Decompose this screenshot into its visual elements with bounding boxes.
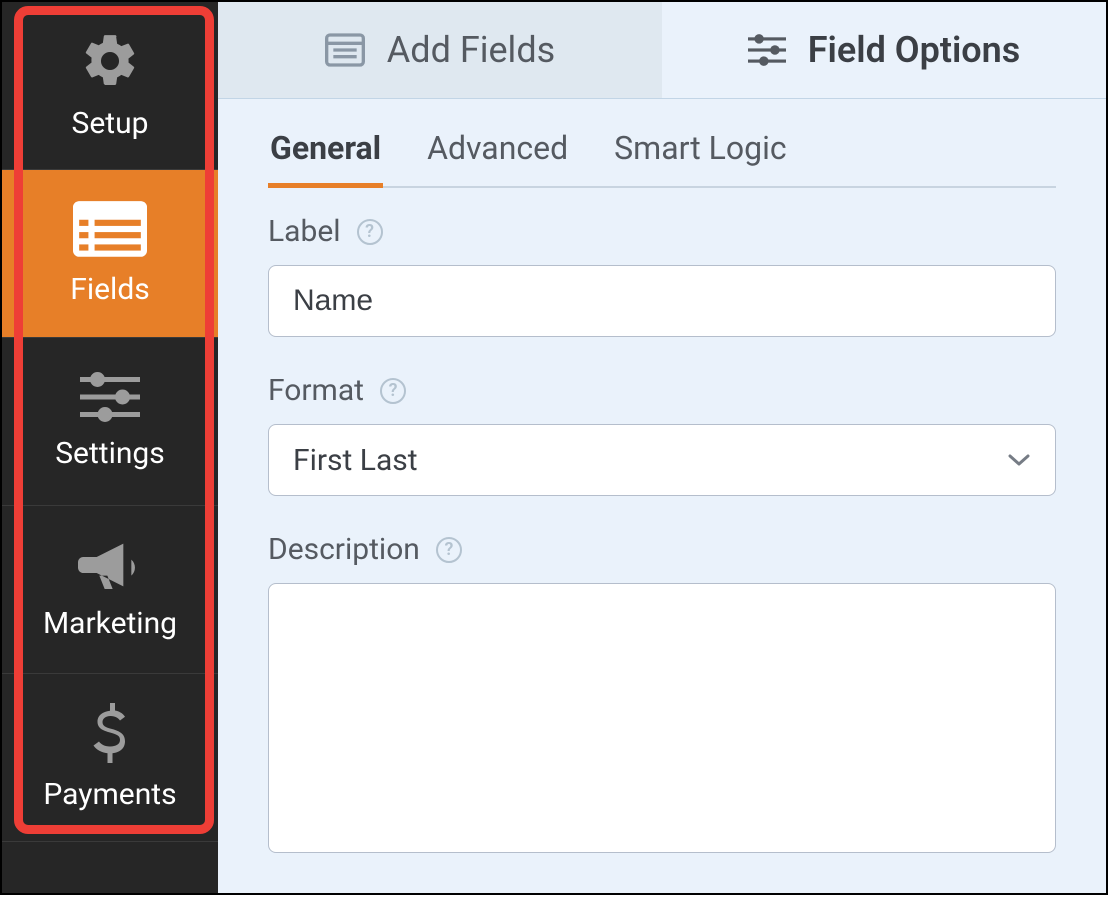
row-description: Description ? — [268, 532, 1056, 857]
tab-field-options[interactable]: Field Options — [662, 2, 1106, 98]
select-value: First Last — [293, 443, 418, 478]
sidebar-label: Settings — [55, 436, 165, 471]
sidebar-label: Payments — [43, 777, 176, 812]
format-select[interactable]: First Last — [268, 424, 1056, 496]
field-options-form: Label ? Format ? First Last — [218, 188, 1106, 893]
sidebar: Setup Fields Settings Marketing — [2, 2, 218, 893]
subtab-general[interactable]: General — [268, 129, 383, 188]
sub-tabs: General Advanced Smart Logic — [218, 99, 1106, 188]
sidebar-label: Marketing — [43, 606, 177, 641]
sidebar-item-payments[interactable]: Payments — [2, 674, 218, 842]
list-form-icon — [73, 200, 147, 258]
sidebar-label: Setup — [72, 106, 149, 141]
description-textarea[interactable] — [268, 583, 1056, 853]
help-icon[interactable]: ? — [436, 537, 462, 563]
label-text: Description — [268, 532, 420, 567]
label-text: Label — [268, 214, 341, 249]
bullhorn-icon — [78, 538, 142, 592]
sidebar-item-setup[interactable]: Setup — [2, 2, 218, 170]
label-heading: Label ? — [268, 214, 1056, 249]
label-text: Format — [268, 373, 364, 408]
sidebar-label: Fields — [70, 272, 149, 307]
sliders-icon — [79, 372, 141, 422]
label-input[interactable] — [268, 265, 1056, 337]
tab-label: Add Fields — [387, 29, 555, 71]
sliders-icon — [748, 34, 786, 66]
row-format: Format ? First Last — [268, 373, 1056, 496]
sidebar-spacer — [2, 842, 218, 893]
tab-add-fields[interactable]: Add Fields — [218, 2, 662, 98]
gear-icon — [79, 30, 141, 92]
tab-label: Field Options — [808, 29, 1021, 71]
sidebar-item-fields[interactable]: Fields — [2, 170, 218, 338]
dollar-icon — [90, 703, 130, 763]
main-panel: Add Fields Field Options General Advance… — [218, 2, 1106, 893]
sidebar-item-marketing[interactable]: Marketing — [2, 506, 218, 674]
form-icon — [325, 33, 365, 67]
sidebar-item-settings[interactable]: Settings — [2, 338, 218, 506]
subtab-advanced[interactable]: Advanced — [425, 129, 570, 188]
help-icon[interactable]: ? — [380, 378, 406, 404]
help-icon[interactable]: ? — [357, 219, 383, 245]
row-label: Label ? — [268, 214, 1056, 337]
top-tabs: Add Fields Field Options — [218, 2, 1106, 99]
chevron-down-icon — [1007, 453, 1031, 467]
app-window: Setup Fields Settings Marketing — [0, 0, 1108, 895]
description-heading: Description ? — [268, 532, 1056, 567]
subtab-smart-logic[interactable]: Smart Logic — [612, 129, 788, 188]
format-heading: Format ? — [268, 373, 1056, 408]
